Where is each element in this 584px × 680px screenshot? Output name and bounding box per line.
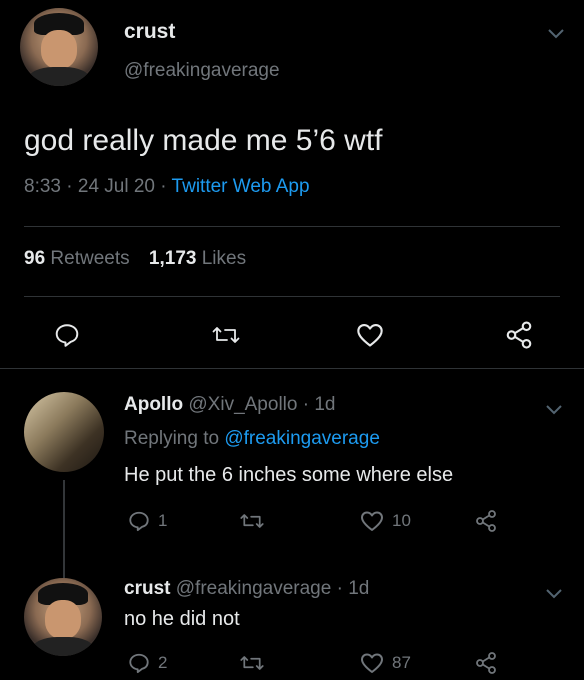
- reply-age[interactable]: 1d: [314, 394, 335, 415]
- reply-text: no he did not: [124, 608, 240, 630]
- reply-age[interactable]: 1d: [348, 578, 369, 599]
- retweet-icon[interactable]: [240, 510, 264, 532]
- like-action[interactable]: 87: [360, 652, 411, 674]
- reply-icon: [128, 652, 150, 674]
- reply-header: Apollo @Xiv_Apollo · 1d: [124, 394, 336, 416]
- tweet-meta: 8:33 · 24 Jul 20 · Twitter Web App: [24, 176, 310, 198]
- reply-count: 1: [158, 511, 168, 530]
- divider: [0, 368, 584, 369]
- main-tweet-text: god really made me 5’6 wtf: [24, 124, 383, 157]
- reply-avatar[interactable]: [24, 392, 104, 472]
- divider: [24, 296, 560, 297]
- main-display-name[interactable]: crust: [124, 20, 175, 44]
- chevron-down-icon[interactable]: [546, 402, 562, 418]
- retweet-icon[interactable]: [240, 652, 264, 674]
- likes-count: 1,173: [148, 248, 197, 269]
- share-icon[interactable]: [504, 320, 534, 350]
- meta-separator: ·: [336, 578, 343, 599]
- meta-separator: ·: [66, 176, 73, 197]
- like-count: 10: [392, 511, 411, 530]
- thread-line: [63, 480, 65, 580]
- share-icon[interactable]: [474, 651, 498, 675]
- main-handle[interactable]: @freakingaverage: [124, 60, 280, 82]
- reply-icon: [128, 510, 150, 532]
- replying-handle[interactable]: @freakingaverage: [224, 428, 380, 449]
- tweet-source[interactable]: Twitter Web App: [172, 176, 310, 197]
- likes-label: Likes: [201, 248, 247, 269]
- reply-display-name[interactable]: Apollo: [124, 394, 183, 415]
- replying-prefix: Replying to: [124, 428, 220, 449]
- chevron-down-icon[interactable]: [548, 26, 564, 42]
- like-icon[interactable]: [356, 322, 384, 348]
- chevron-down-icon[interactable]: [546, 586, 562, 602]
- reply-count: 2: [158, 653, 168, 672]
- like-icon: [360, 510, 384, 532]
- reply-avatar[interactable]: [24, 578, 102, 656]
- tweet-time[interactable]: 8:33: [24, 176, 61, 197]
- main-avatar[interactable]: [20, 8, 98, 86]
- divider: [24, 226, 560, 227]
- like-icon: [360, 652, 384, 674]
- retweets-stat[interactable]: 96 Retweets: [24, 248, 135, 269]
- reply-icon[interactable]: [54, 322, 80, 348]
- retweets-label: Retweets: [50, 248, 130, 269]
- retweets-count: 96: [24, 248, 46, 269]
- reply-action[interactable]: 2: [128, 652, 167, 674]
- replying-to: Replying to @freakingaverage: [124, 428, 380, 450]
- like-count: 87: [392, 653, 411, 672]
- reply-handle[interactable]: @Xiv_Apollo: [188, 394, 297, 415]
- meta-separator: ·: [302, 394, 310, 415]
- reply-text: He put the 6 inches some where else: [124, 464, 454, 486]
- reply-header: crust @freakingaverage · 1d: [124, 578, 369, 600]
- like-action[interactable]: 10: [360, 510, 411, 532]
- tweet-stats: 96 Retweets 1,173 Likes: [24, 248, 246, 270]
- reply-display-name[interactable]: crust: [124, 578, 170, 599]
- reply-handle[interactable]: @freakingaverage: [176, 578, 332, 599]
- share-icon[interactable]: [474, 509, 498, 533]
- reply-action[interactable]: 1: [128, 510, 167, 532]
- retweet-icon[interactable]: [212, 322, 240, 348]
- likes-stat[interactable]: 1,173 Likes: [149, 248, 246, 269]
- meta-separator: ·: [160, 176, 167, 197]
- tweet-date[interactable]: 24 Jul 20: [78, 176, 155, 197]
